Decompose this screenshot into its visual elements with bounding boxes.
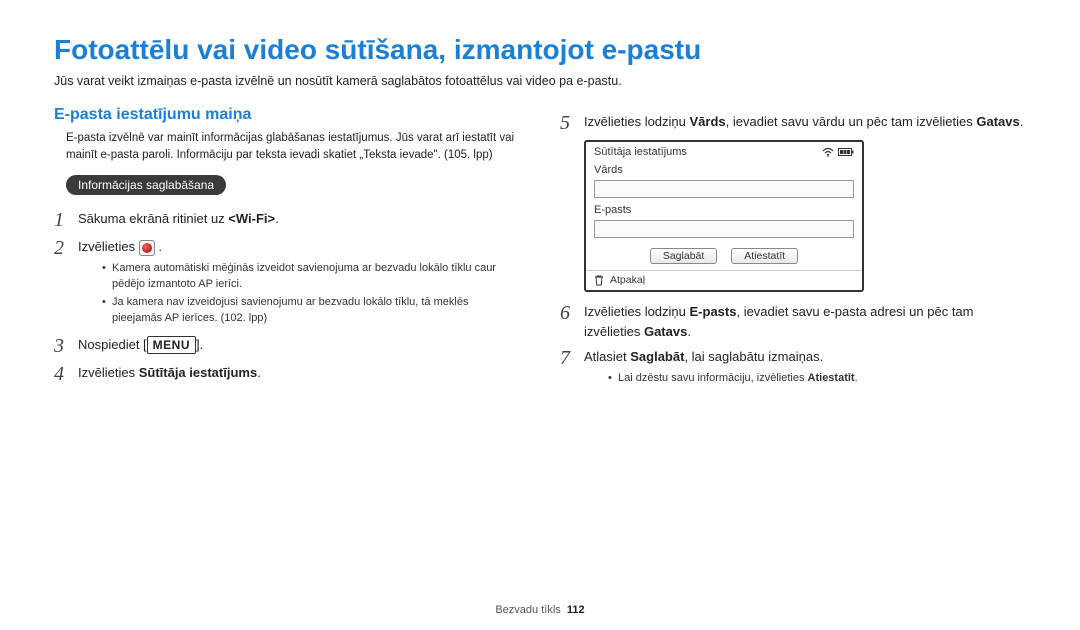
section-description: E-pasta izvēlnē var mainīt informācijas …: [54, 130, 520, 163]
page-footer: Bezvadu tīkls 112: [0, 604, 1080, 616]
step-3: 3 Nospiediet [MENU].: [54, 335, 520, 357]
sender-settings-label: Sūtītāja iestatījums: [139, 365, 257, 380]
device-name-field[interactable]: [594, 180, 854, 198]
step-text: Izvēlieties: [78, 365, 139, 380]
wifi-label: <Wi-Fi>: [228, 211, 275, 226]
step-text: Sākuma ekrānā ritiniet uz: [78, 211, 228, 226]
step-number: 5: [560, 112, 584, 134]
step-text: Nospiediet [: [78, 337, 147, 352]
step-7-note: Lai dzēstu savu informāciju, izvēlieties…: [608, 371, 1026, 387]
step-number: 3: [54, 335, 78, 357]
device-title: Sūtītāja iestatījums: [594, 146, 687, 158]
done-label: Gatavs: [976, 114, 1019, 129]
device-email-field[interactable]: [594, 220, 854, 238]
device-save-button[interactable]: Saglabāt: [650, 248, 717, 264]
step-text: Izvēlieties: [78, 239, 139, 254]
step-5: 5 Izvēlieties lodziņu Vārds, ievadiet sa…: [560, 112, 1026, 134]
name-field-label: Vārds: [690, 114, 726, 129]
device-email-label: E-pasts: [594, 204, 854, 216]
device-screenshot: Sūtītāja iestatījums Vārds E-pasts Sagla…: [584, 140, 864, 292]
menu-button-icon: MENU: [147, 336, 196, 354]
step-number: 1: [54, 209, 78, 231]
step-2-note-1: Kamera automātiski mēģinās izveidot savi…: [102, 261, 520, 293]
reset-label: Atiestatīt: [808, 372, 855, 384]
info-saving-pill: Informācijas saglabāšana: [66, 175, 226, 195]
step-4: 4 Izvēlieties Sūtītāja iestatījums.: [54, 363, 520, 385]
trash-icon: [594, 275, 604, 286]
section-title: E-pasta iestatījumu maiņa: [54, 106, 520, 124]
email-app-icon: [139, 240, 155, 256]
device-reset-button[interactable]: Atiestatīt: [731, 248, 798, 264]
wifi-icon: [822, 147, 834, 157]
intro-text: Jūs varat veikt izmaiņas e-pasta izvēlnē…: [54, 74, 1026, 88]
step-7: 7 Atlasiet Saglabāt, lai saglabātu izmai…: [560, 347, 1026, 388]
save-label: Saglabāt: [630, 349, 684, 364]
step-number: 6: [560, 302, 584, 324]
step-2-note-2: Ja kamera nav izveidojusi savienojumu ar…: [102, 295, 520, 327]
step-number: 7: [560, 347, 584, 369]
email-field-label: E-pasts: [690, 304, 737, 319]
footer-section: Bezvadu tīkls: [495, 604, 560, 616]
step-6: 6 Izvēlieties lodziņu E-pasts, ievadiet …: [560, 302, 1026, 341]
step-number: 2: [54, 237, 78, 259]
step-number: 4: [54, 363, 78, 385]
right-column: 5 Izvēlieties lodziņu Vārds, ievadiet sa…: [560, 106, 1026, 390]
battery-icon: [838, 147, 854, 157]
step-2: 2 Izvēlieties . Kamera automātiski mēģin…: [54, 237, 520, 328]
device-name-label: Vārds: [594, 164, 854, 176]
page-number: 112: [567, 604, 585, 616]
done-label: Gatavs: [644, 324, 687, 339]
page-title: Fotoattēlu vai video sūtīšana, izmantojo…: [54, 34, 1026, 66]
device-back-label: Atpakaļ: [610, 274, 645, 286]
step-1: 1 Sākuma ekrānā ritiniet uz <Wi-Fi>.: [54, 209, 520, 231]
left-column: E-pasta iestatījumu maiņa E-pasta izvēln…: [54, 106, 520, 390]
